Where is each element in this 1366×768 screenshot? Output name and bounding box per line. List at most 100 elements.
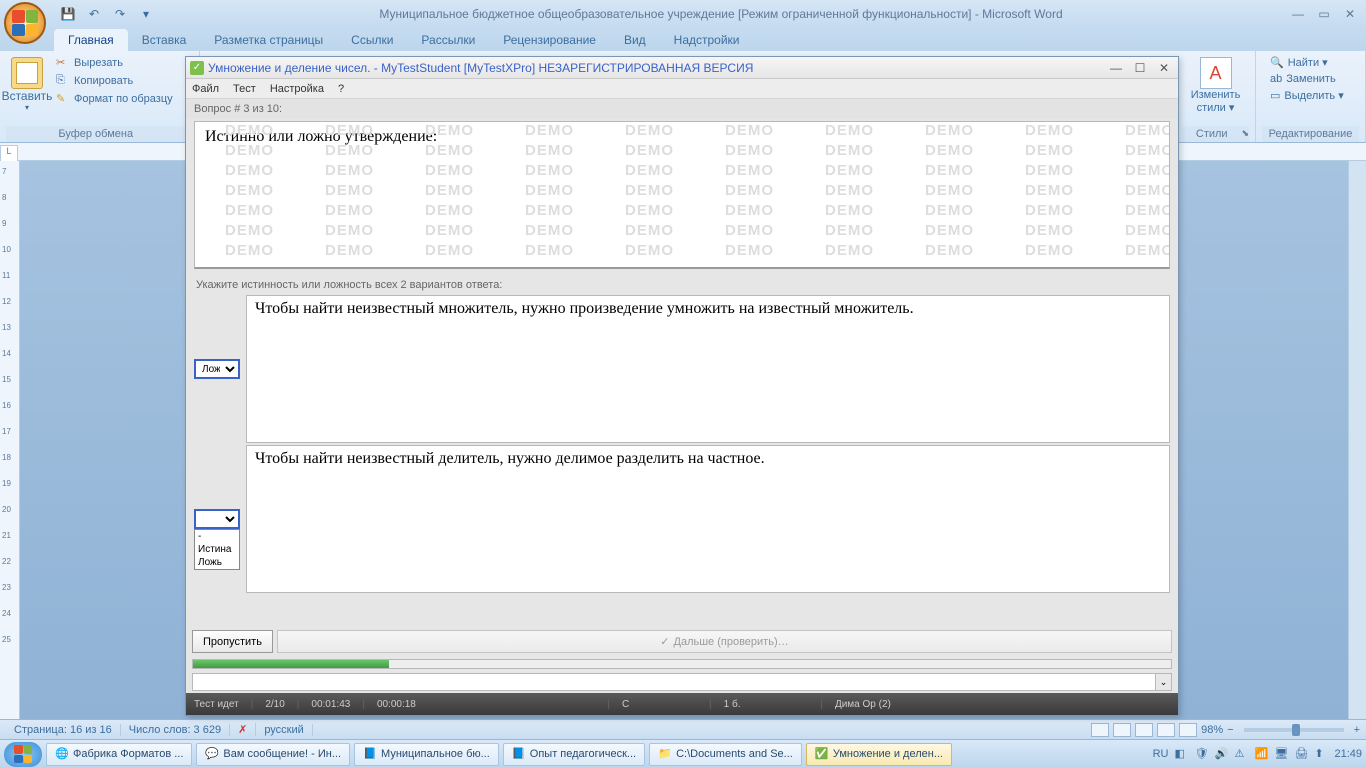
cut-button[interactable]: ✂Вырезать — [52, 55, 177, 71]
answer-text-2: Чтобы найти неизвестный делитель, нужно … — [246, 445, 1170, 593]
menu-test[interactable]: Тест — [233, 83, 256, 95]
status-time2: 00:00:18 — [377, 699, 416, 710]
styles-label: Изменить стили ▾ — [1190, 89, 1241, 114]
tab-mailings[interactable]: Рассылки — [407, 29, 489, 51]
tray-icon[interactable]: 🔊 — [1214, 747, 1228, 761]
find-label: Найти ▾ — [1288, 56, 1328, 69]
tray-icon[interactable]: 🛡 — [1194, 747, 1208, 761]
paste-button[interactable]: Вставить ▾ — [6, 53, 48, 112]
find-icon: 🔍 — [1270, 56, 1284, 69]
answer-select-2[interactable] — [194, 509, 240, 529]
menu-file[interactable]: Файл — [192, 83, 219, 95]
horizontal-scrollbar[interactable]: ⌄ — [192, 673, 1172, 691]
start-button[interactable] — [4, 742, 42, 767]
tab-addins[interactable]: Надстройки — [660, 29, 754, 51]
redo-icon[interactable]: ↷ — [110, 4, 130, 24]
minimize-icon[interactable]: ― — [1106, 60, 1126, 76]
taskbar-label: Опыт педагогическ... — [530, 748, 636, 760]
dropdown-option[interactable]: - — [195, 530, 239, 543]
tab-references[interactable]: Ссылки — [337, 29, 407, 51]
status-proof-icon[interactable]: ✗ — [230, 723, 256, 736]
taskbar-item[interactable]: 📁C:\Documents and Se... — [649, 743, 802, 766]
tab-review[interactable]: Рецензирование — [489, 29, 610, 51]
taskbar-item[interactable]: 🌐Фабрика Форматов ... — [46, 743, 192, 766]
view-draft-icon[interactable] — [1179, 723, 1197, 737]
view-print-icon[interactable] — [1091, 723, 1109, 737]
next-label: Дальше (проверить)… — [674, 636, 789, 648]
find-button[interactable]: 🔍 Найти ▾ — [1266, 55, 1348, 70]
maximize-icon[interactable]: ▭ — [1312, 5, 1336, 23]
status-page[interactable]: Страница: 16 из 16 — [6, 724, 121, 736]
taskbar-label: Фабрика Форматов ... — [73, 748, 183, 760]
status-words[interactable]: Число слов: 3 629 — [121, 724, 230, 736]
maximize-icon[interactable]: ☐ — [1130, 60, 1150, 76]
mytest-title: Умножение и деление чисел. - MyTestStude… — [208, 61, 1106, 75]
status-user: Дима Ор (2) — [835, 699, 891, 710]
dialog-launcher-icon[interactable]: ⬊ — [1241, 128, 1249, 139]
vertical-scrollbar[interactable] — [1348, 161, 1366, 719]
view-outline-icon[interactable] — [1157, 723, 1175, 737]
dropdown-option[interactable]: Ложь — [195, 556, 239, 569]
view-read-icon[interactable] — [1113, 723, 1131, 737]
menu-settings[interactable]: Настройка — [270, 83, 324, 95]
taskbar-item[interactable]: ✅Умножение и делен... — [806, 743, 952, 766]
zoom-in-icon[interactable]: + — [1354, 724, 1360, 736]
zoom-value[interactable]: 98% — [1201, 724, 1223, 736]
change-styles-button[interactable]: A Изменить стили ▾ — [1182, 53, 1249, 118]
taskbar-label: Муниципальное бю... — [381, 748, 490, 760]
answer-row: - Истина Ложь Чтобы найти неизвестный де… — [194, 445, 1170, 593]
replace-icon: ab — [1270, 73, 1282, 85]
question-header: Вопрос # 3 из 10: — [186, 99, 1178, 119]
answer-row: Ложь Чтобы найти неизвестный множитель, … — [194, 295, 1170, 443]
check-icon: ✓ — [660, 635, 669, 648]
view-web-icon[interactable] — [1135, 723, 1153, 737]
menu-help[interactable]: ? — [338, 83, 344, 95]
taskbar-item[interactable]: 💬Вам сообщение! - Ин... — [196, 743, 350, 766]
copy-button[interactable]: ⎘Копировать — [52, 73, 177, 89]
zoom-out-icon[interactable]: − — [1227, 724, 1233, 736]
status-lang[interactable]: русский — [256, 724, 312, 736]
app-icon: ✅ — [815, 747, 829, 761]
skip-button[interactable]: Пропустить — [192, 630, 273, 653]
mytest-statusbar: Тест идет| 2/10| 00:01:43| 00:00:18 | С … — [186, 693, 1178, 715]
scroll-down-icon[interactable]: ⌄ — [1155, 674, 1171, 690]
taskbar-label: C:\Documents and Se... — [676, 748, 793, 760]
close-icon[interactable]: ✕ — [1154, 60, 1174, 76]
replace-button[interactable]: ab Заменить — [1266, 72, 1348, 86]
tray-icon[interactable]: 📶 — [1254, 747, 1268, 761]
replace-label: Заменить — [1286, 73, 1335, 85]
tab-layout[interactable]: Разметка страницы — [200, 29, 337, 51]
tray-icon[interactable]: 🖨 — [1294, 747, 1308, 761]
dropdown-option[interactable]: Истина — [195, 543, 239, 556]
office-button[interactable] — [4, 2, 46, 44]
tab-view[interactable]: Вид — [610, 29, 660, 51]
zoom-slider[interactable] — [1244, 728, 1344, 732]
clipboard-icon — [11, 57, 43, 89]
tray-icon[interactable]: ⬆ — [1314, 747, 1328, 761]
tab-insert[interactable]: Вставка — [128, 29, 201, 51]
tray-icon[interactable]: 🖥 — [1274, 747, 1288, 761]
tray-icon[interactable]: ⚠ — [1234, 747, 1248, 761]
answer-select-1[interactable]: Ложь — [194, 359, 240, 379]
answer-dropdown[interactable]: - Истина Ложь — [194, 529, 240, 570]
tray-icon[interactable]: ◧ — [1174, 747, 1188, 761]
close-icon[interactable]: ✕ — [1338, 5, 1362, 23]
editing-group-label: Редактирование — [1269, 128, 1353, 140]
clock[interactable]: 21:49 — [1334, 748, 1362, 760]
taskbar-item[interactable]: 📘Муниципальное бю... — [354, 743, 499, 766]
undo-icon[interactable]: ↶ — [84, 4, 104, 24]
qat-customize-icon[interactable]: ▾ — [136, 4, 156, 24]
app-icon: ✓ — [190, 61, 204, 75]
select-button[interactable]: ▭Выделить ▾ — [1266, 88, 1348, 103]
mytest-window: ✓ Умножение и деление чисел. - MyTestStu… — [185, 56, 1179, 716]
taskbar-item[interactable]: 📘Опыт педагогическ... — [503, 743, 645, 766]
next-button[interactable]: ✓ Дальше (проверить)… — [277, 630, 1172, 653]
language-indicator[interactable]: RU — [1153, 748, 1169, 760]
minimize-icon[interactable]: ― — [1286, 5, 1310, 23]
progress-bar — [192, 659, 1172, 669]
save-icon[interactable]: 💾 — [58, 4, 78, 24]
tab-home[interactable]: Главная — [54, 29, 128, 51]
vertical-ruler: 78910111213141516171819202122232425 — [0, 161, 20, 719]
format-label: Формат по образцу — [74, 93, 173, 105]
format-painter-button[interactable]: ✎Формат по образцу — [52, 91, 177, 107]
